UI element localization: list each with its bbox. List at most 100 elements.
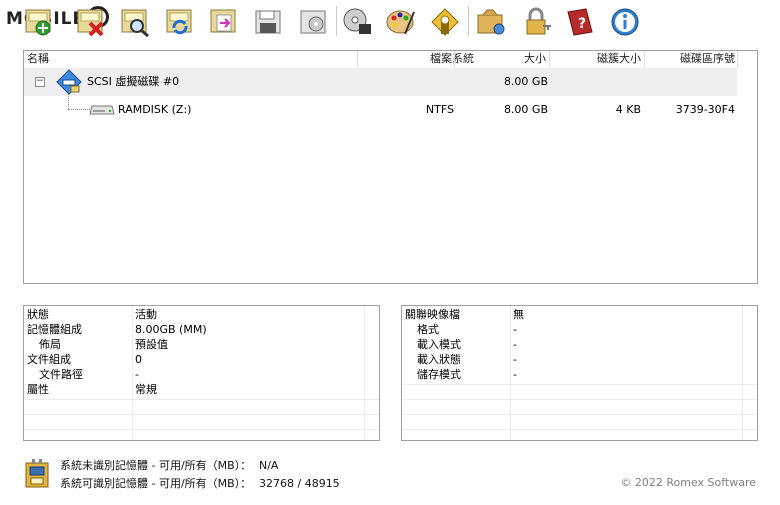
prop-label-status: 狀態 (27, 308, 49, 321)
add-disk-button[interactable] (22, 5, 56, 39)
column-divider (644, 51, 645, 69)
palette-icon (386, 10, 415, 35)
prop-label-layout: 佈局 (39, 338, 61, 351)
grid-line (402, 414, 757, 415)
prop-value-file-path: - (135, 368, 139, 381)
column-divider (454, 51, 455, 69)
virtual-disk-icon (56, 69, 82, 95)
volume-size: 8.00 GB (503, 103, 548, 116)
prop-label-file: 文件組成 (27, 353, 71, 366)
column-header-cluster-size[interactable]: 磁簇大小 (548, 51, 641, 67)
grid-line (402, 429, 757, 430)
load-image-button[interactable] (296, 5, 330, 39)
column-divider (549, 51, 550, 69)
remove-disk-icon (77, 9, 104, 37)
prop-value-memory: 8.00GB (MM) (135, 323, 207, 336)
svg-text:?: ? (578, 16, 586, 32)
column-header-name[interactable]: 名稱 (27, 51, 147, 67)
copyright-text: © 2022 Romex Software (620, 476, 756, 489)
prop-label-save-mode: 儲存模式 (417, 368, 461, 381)
column-divider (737, 51, 738, 69)
column-header-filesystem[interactable]: 檔案系統 (382, 51, 474, 67)
table-row-disk[interactable]: − SCSI 虛擬磁碟 #0 8.00 GB (24, 68, 737, 96)
drive-icon (89, 105, 115, 115)
save-image-button[interactable] (251, 5, 285, 39)
save-image-icon (255, 10, 281, 34)
lock-icon (526, 7, 551, 35)
load-image-icon (300, 10, 326, 34)
tree-expander[interactable]: − (35, 77, 45, 87)
volume-name: RAMDISK (Z:) (118, 103, 192, 116)
image-properties-panel[interactable]: 關聯映像檔 無 格式 - 載入模式 - 載入狀態 - 儲存模式 - (401, 305, 758, 441)
memory-chip-icon (25, 459, 49, 488)
table-row-volume[interactable]: RAMDISK (Z:) NTFS 8.00 GB 4 KB 3739-30F4 (24, 96, 757, 124)
recognized-memory-label: 系統可識別記憶體 - 可用/所有（MB）： (60, 477, 252, 490)
refresh-disk-button[interactable] (163, 5, 197, 39)
disk-serial (643, 68, 735, 96)
prop-value-format: - (513, 323, 517, 336)
prop-value-attribute: 常規 (135, 383, 157, 396)
prop-value-linked-image: 無 (513, 308, 524, 321)
import-disk-icon (210, 9, 236, 33)
grid-line (132, 306, 133, 440)
cd-dvd-icon (343, 8, 371, 34)
grid-line (742, 306, 743, 440)
import-disk-button[interactable] (207, 5, 241, 39)
grid-line (24, 399, 379, 400)
recognized-memory-value: 32768 / 48915 (259, 477, 340, 490)
refresh-disk-icon (166, 9, 192, 35)
volume-serial: 3739-30F4 (675, 103, 735, 116)
grid-line (402, 399, 757, 400)
grid-line (24, 429, 379, 430)
cd-dvd-button[interactable] (340, 5, 374, 39)
prop-label-load-mode: 載入模式 (417, 338, 461, 351)
view-disk-button[interactable] (118, 5, 152, 39)
lock-button[interactable] (520, 5, 554, 39)
disk-list-panel[interactable]: 名稱 檔案系統 大小 磁簇大小 磁碟區序號 − SCSI 虛擬磁碟 #0 8.0… (23, 50, 758, 284)
package-icon (477, 9, 505, 35)
help-button[interactable]: ? (563, 5, 597, 39)
column-header-serial[interactable]: 磁碟區序號 (643, 51, 735, 67)
prop-value-status: 活動 (135, 308, 157, 321)
column-divider (357, 51, 358, 69)
column-header-size[interactable]: 大小 (476, 51, 546, 67)
list-header: 名稱 檔案系統 大小 磁簇大小 磁碟區序號 (24, 51, 757, 67)
disk-size: 8.00 GB (503, 75, 548, 88)
toolbar-separator (336, 6, 337, 36)
volume-cluster-size: 4 KB (615, 103, 641, 116)
settings-button[interactable] (428, 5, 462, 39)
prop-value-load-mode: - (513, 338, 517, 351)
grid-line (24, 414, 379, 415)
disk-name: SCSI 虛擬磁碟 #0 (87, 75, 180, 88)
disk-properties-panel[interactable]: 狀態 活動 記憶體組成 8.00GB (MM) 佈局 預設值 文件組成 0 文件… (23, 305, 380, 441)
grid-line (510, 306, 511, 440)
prop-label-memory: 記憶體組成 (27, 323, 82, 336)
toolbar-separator (468, 6, 469, 36)
view-disk-icon (121, 9, 149, 38)
info-button[interactable] (608, 5, 642, 39)
disk-cluster-size (548, 68, 641, 96)
unrecognized-memory-label: 系統未識別記憶體 - 可用/所有（MB）： (60, 459, 252, 472)
prop-value-file: 0 (135, 353, 142, 366)
unrecognized-memory-value: N/A (259, 459, 279, 472)
settings-icon (431, 8, 459, 36)
prop-label-load-state: 載入狀態 (417, 353, 461, 366)
add-disk-icon (25, 9, 51, 36)
prop-label-file-path: 文件路徑 (39, 368, 83, 381)
prop-value-save-mode: - (513, 368, 517, 381)
toolbar: MOBILE (0, 0, 780, 44)
prop-label-format: 格式 (417, 323, 439, 336)
help-book-icon: ? (567, 8, 593, 36)
prop-label-attribute: 屬性 (27, 383, 49, 396)
prop-value-layout: 預設值 (135, 338, 168, 351)
remove-disk-button[interactable] (74, 5, 108, 39)
prop-value-load-state: - (513, 353, 517, 366)
grid-line (364, 306, 365, 440)
package-button[interactable] (474, 5, 508, 39)
info-icon (611, 8, 639, 36)
volume-filesystem: NTFS (425, 103, 454, 116)
disk-filesystem (382, 68, 454, 96)
palette-button[interactable] (384, 5, 418, 39)
prop-label-linked-image: 關聯映像檔 (405, 308, 460, 321)
grid-line (402, 384, 757, 385)
